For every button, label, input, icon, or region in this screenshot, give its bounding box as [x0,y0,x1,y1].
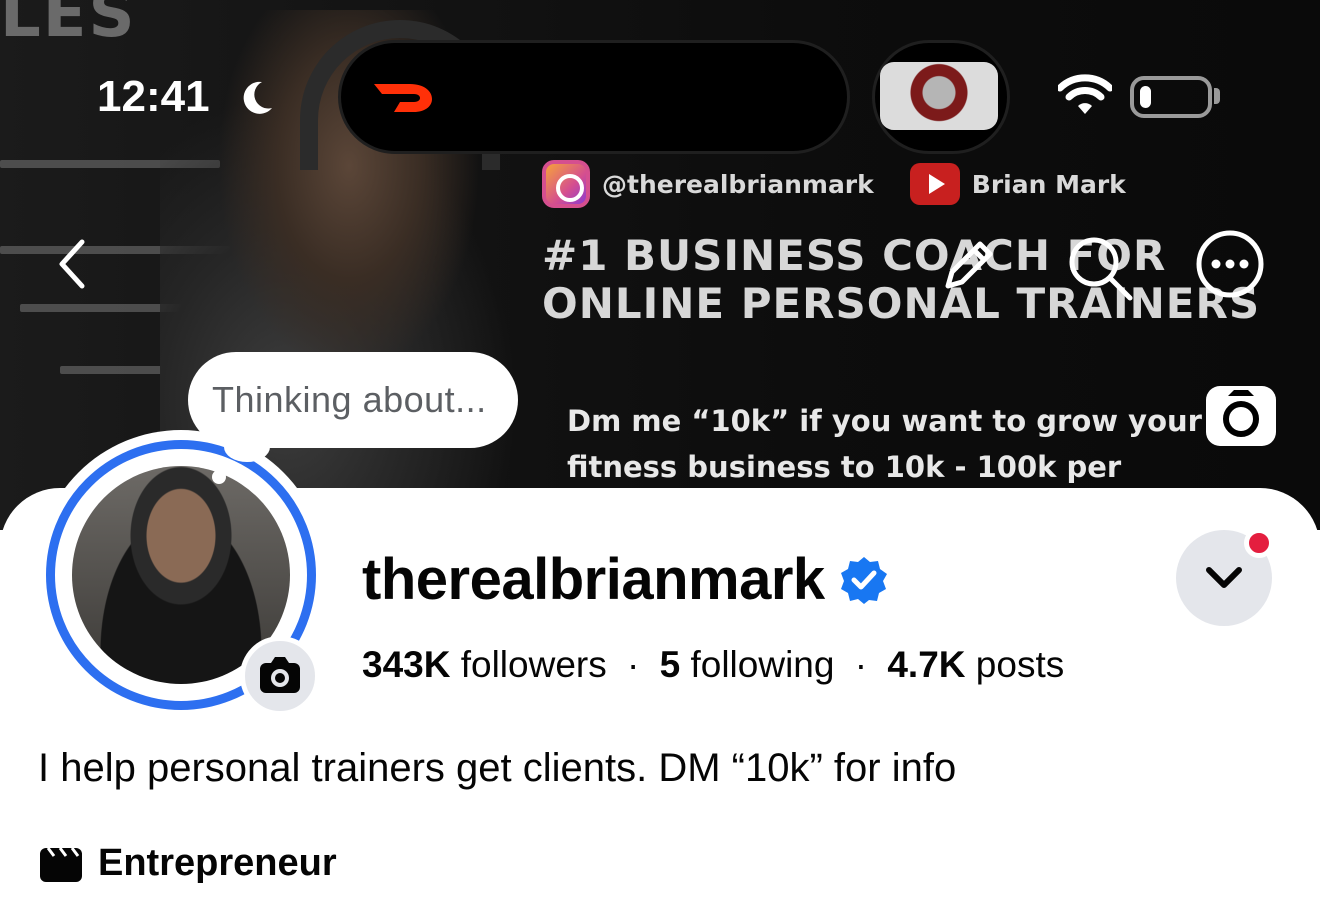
instagram-handle-text: @therealbrianmark [602,169,874,199]
instagram-handle: @therealbrianmark [542,160,874,208]
cover-dm-line-1: Dm me “10k” if you want to grow your [567,404,1202,438]
edit-pencil-icon[interactable] [930,228,1006,304]
followers-label[interactable]: followers [461,644,607,685]
verified-badge-icon[interactable] [839,555,889,605]
profile-name-row: therealbrianmark [362,546,889,613]
following-count[interactable]: 5 [660,644,681,685]
followers-count[interactable]: 343K [362,644,450,685]
youtube-name-text: Brian Mark [971,169,1126,199]
following-label[interactable]: following [690,644,834,685]
profile-name: therealbrianmark [362,547,825,612]
back-icon[interactable] [40,226,116,302]
category-label: Entrepreneur [98,842,337,884]
instagram-icon [542,160,590,208]
battery-fill [1140,86,1151,108]
edit-cover-photo-button[interactable] [1206,386,1276,446]
profile-bio: I help personal trainers get clients. DM… [38,746,957,790]
cover-wall-text: LES [0,0,137,52]
clapperboard-icon [40,846,82,882]
more-options-icon[interactable] [1192,228,1268,304]
status-time: 12:41 [97,72,210,121]
youtube-channel: Brian Mark [909,163,1126,205]
search-icon[interactable] [1060,228,1136,304]
cover-headline: #1 BUSINESS COACH FOR ONLINE PERSONAL TR… [542,231,1261,328]
thinking-about-text: Thinking about... [212,379,487,420]
profile-category: Entrepreneur [38,842,337,885]
stats-separator: · [627,644,640,685]
edit-profile-photo-button[interactable] [240,636,320,716]
camera-icon [260,657,300,693]
battery-icon [1130,76,1212,118]
cover-social-row: @therealbrianmark Brian Mark [542,160,1126,208]
posts-label: posts [975,644,1065,685]
wifi-icon [1058,74,1112,114]
bubble-tail-large [224,432,270,462]
posts-count: 4.7K [887,644,966,685]
camera-icon [1223,390,1259,437]
battery-tip [1214,88,1220,104]
doordash-icon [374,84,432,112]
bubble-tail-small [212,470,226,484]
stats-separator: · [854,644,868,685]
youtube-icon [909,163,960,205]
moon-icon [243,81,272,114]
media-thumbnail [880,62,998,130]
profile-stats: 343K followers · 5 following · 4.7K post… [362,644,1064,686]
notification-dot [1244,528,1274,558]
